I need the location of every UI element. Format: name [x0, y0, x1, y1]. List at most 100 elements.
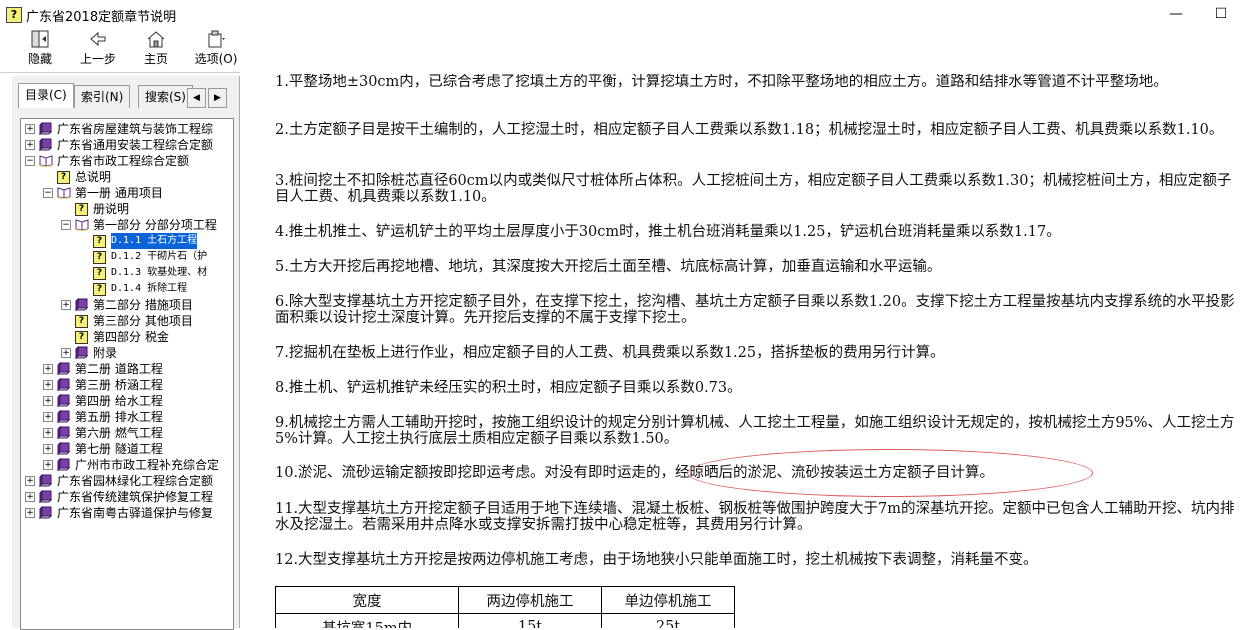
tree-item[interactable]: − 广东省市政工程综合定额 — [21, 153, 233, 169]
tree-item-label: 第六册 燃气工程 — [75, 426, 163, 440]
tree-item[interactable]: + 广州市市政工程补充综合定 — [21, 457, 233, 473]
navigation-pane: 目录(C) 索引(N) 搜索(S) ◀ ▶ + 广东省房屋建筑与装饰工程综 + 广东省… — [12, 76, 235, 630]
tree-item-label: 第二部分 措施项目 — [93, 298, 193, 312]
tree-item[interactable]: + 第四册 给水工程 — [21, 393, 233, 409]
expand-icon[interactable]: + — [25, 492, 35, 502]
tree-item-label: 第一册 通用项目 — [75, 186, 163, 200]
expand-icon[interactable]: + — [61, 348, 71, 358]
collapse-icon[interactable]: − — [25, 156, 35, 166]
home-label: 主页 — [143, 52, 168, 66]
tab-contents[interactable]: 目录(C) — [18, 83, 74, 108]
tree-item[interactable]: + 第五册 排水工程 — [21, 409, 233, 425]
collapse-icon[interactable]: − — [43, 188, 53, 198]
options-label: 选项(O) — [194, 52, 238, 66]
tree-item[interactable]: − 第一部分 分部分项工程 — [21, 217, 233, 233]
expand-icon[interactable]: + — [43, 460, 53, 470]
maximize-button[interactable]: ☐ — [1199, 2, 1243, 26]
paragraph-4: 4.推土机推土、铲运机铲土的平均土层厚度小于30cm时，推土机台班消耗量乘以1.… — [275, 224, 1061, 240]
back-button[interactable]: 上一步 — [72, 30, 124, 70]
tab-scroll-left-button[interactable]: ◀ — [187, 88, 206, 108]
home-button[interactable]: 主页 — [130, 30, 182, 70]
tree-item[interactable]: + 广东省传统建筑保护修复工程 — [21, 489, 233, 505]
tree-item[interactable]: + 第三册 桥涵工程 — [21, 377, 233, 393]
book-icon — [38, 505, 53, 520]
paragraph-1: 1.平整场地±30cm内，已综合考虑了挖填土方的平衡，计算挖填土方时，不扣除平整… — [275, 74, 1168, 90]
tree-item[interactable]: + 第二册 道路工程 — [21, 361, 233, 377]
topic-content: 1.平整场地±30cm内，已综合考虑了挖填土方的平衡，计算挖填土方时，不扣除平整… — [240, 72, 1250, 628]
tree-item[interactable]: − 第一册 通用项目 — [21, 185, 233, 201]
expand-icon[interactable]: + — [43, 444, 53, 454]
book-icon — [74, 345, 89, 360]
tree-item[interactable]: + 第七册 隧道工程 — [21, 441, 233, 457]
tree-item[interactable]: ? 第三部分 其他项目 — [21, 313, 233, 329]
open-book-icon — [57, 186, 71, 199]
tree-item-label: 第七册 隧道工程 — [75, 442, 163, 456]
help-topic-icon: ? — [57, 171, 70, 184]
expand-icon[interactable]: + — [25, 140, 35, 150]
help-topic-icon: ? — [75, 315, 88, 328]
tree-item[interactable]: ? 总说明 — [21, 169, 233, 185]
minimize-button[interactable]: — — [1154, 2, 1198, 26]
tree-item[interactable]: ? D.1.1 土石方工程 — [21, 233, 233, 249]
book-icon — [38, 473, 53, 488]
tree-item-label: 第四部分 税金 — [93, 330, 169, 344]
expand-icon[interactable]: + — [43, 428, 53, 438]
table-header-row: 宽度 两边停机施工 单边停机施工 — [275, 586, 735, 614]
tree-item[interactable]: + 附录 — [21, 345, 233, 361]
help-topic-icon: ? — [93, 283, 106, 296]
tree-item[interactable]: + 广东省房屋建筑与装饰工程综 — [21, 121, 233, 137]
contents-tree: + 广东省房屋建筑与装饰工程综 + 广东省通用安装工程综合定额 − 广东省市政工程综合定额… — [20, 118, 234, 630]
tree-item-label: 广东省通用安装工程综合定额 — [57, 138, 214, 152]
hide-panel-icon — [31, 30, 49, 48]
book-icon — [56, 457, 71, 472]
expand-icon[interactable]: + — [25, 124, 35, 134]
tab-index[interactable]: 索引(N) — [74, 85, 131, 108]
hide-button[interactable]: 隐藏 — [14, 30, 66, 70]
title-bar: ? 广东省2018定额章节说明 — ☐ — [0, 0, 1250, 28]
expand-icon[interactable]: + — [43, 396, 53, 406]
expand-icon[interactable]: + — [43, 364, 53, 374]
tree-item[interactable]: + 广东省南粤古驿道保护与修复 — [21, 505, 233, 521]
tree-item-label: D.1.4 拆除工程 — [111, 283, 188, 294]
expand-icon[interactable]: + — [25, 476, 35, 486]
book-icon — [38, 121, 53, 136]
red-annotation-ellipse — [687, 449, 1093, 497]
paragraph-2: 2.土方定额子目是按干土编制的，人工挖湿土时，相应定额子目人工费乘以系数1.18… — [275, 122, 1224, 138]
tree-item-label: 第五册 排水工程 — [75, 410, 163, 424]
tree-item-label: 第三册 桥涵工程 — [75, 378, 163, 392]
home-icon — [147, 31, 165, 48]
tree-item[interactable]: ? 第四部分 税金 — [21, 329, 233, 345]
help-topic-icon: ? — [93, 251, 106, 264]
paragraph-6: 6.除大型支撑基坑土方开挖定额子目外，在支撑下挖土，挖沟槽、基坑土方定额子目乘以… — [275, 294, 1235, 326]
tree-item[interactable]: ? 册说明 — [21, 201, 233, 217]
tree-item-label: 广东省南粤古驿道保护与修复 — [57, 506, 214, 520]
book-icon — [38, 489, 53, 504]
tree-item-label: 附录 — [93, 346, 118, 360]
book-icon — [38, 137, 53, 152]
tree-item[interactable]: ? D.1.2 干砌片石（护 — [21, 249, 233, 265]
collapse-icon[interactable]: − — [61, 220, 71, 230]
tree-item-label: 册说明 — [93, 202, 130, 216]
tab-search[interactable]: 搜索(S) — [138, 85, 193, 108]
tree-item[interactable]: ? D.1.3 软基处理、材 — [21, 265, 233, 281]
tree-item[interactable]: + 广东省园林绿化工程综合定额 — [21, 473, 233, 489]
paragraph-5: 5.土方大开挖后再挖地槽、地坑，其深度按大开挖后土面至槽、坑底标高计算，加垂直运… — [275, 259, 942, 275]
tree-item-label: 广州市市政工程补充综合定 — [75, 458, 220, 472]
expand-icon[interactable]: + — [61, 300, 71, 310]
expand-icon[interactable]: + — [43, 412, 53, 422]
tree-item[interactable]: + 第二部分 措施项目 — [21, 297, 233, 313]
expand-icon[interactable]: + — [25, 508, 35, 518]
tree-item-label: 第二册 道路工程 — [75, 362, 163, 376]
tab-scroll-right-button[interactable]: ▶ — [208, 88, 227, 108]
hide-label: 隐藏 — [27, 52, 52, 66]
help-topic-icon: ? — [93, 267, 106, 280]
open-book-icon — [39, 154, 53, 167]
tree-item[interactable]: + 第六册 燃气工程 — [21, 425, 233, 441]
paragraph-3: 3.桩间挖土不扣除桩芯直径60cm以内或类似尺寸桩体所占体积。人工挖桩间土方，相… — [275, 173, 1232, 205]
tree-item[interactable]: ? D.1.4 拆除工程 — [21, 281, 233, 297]
tree-item[interactable]: + 广东省通用安装工程综合定额 — [21, 137, 233, 153]
tree-item-label: 广东省房屋建筑与装饰工程综 — [57, 122, 214, 136]
expand-icon[interactable]: + — [43, 380, 53, 390]
table-header-cell: 单边停机施工 — [601, 586, 735, 614]
options-button[interactable]: 选项(O) — [190, 30, 242, 70]
